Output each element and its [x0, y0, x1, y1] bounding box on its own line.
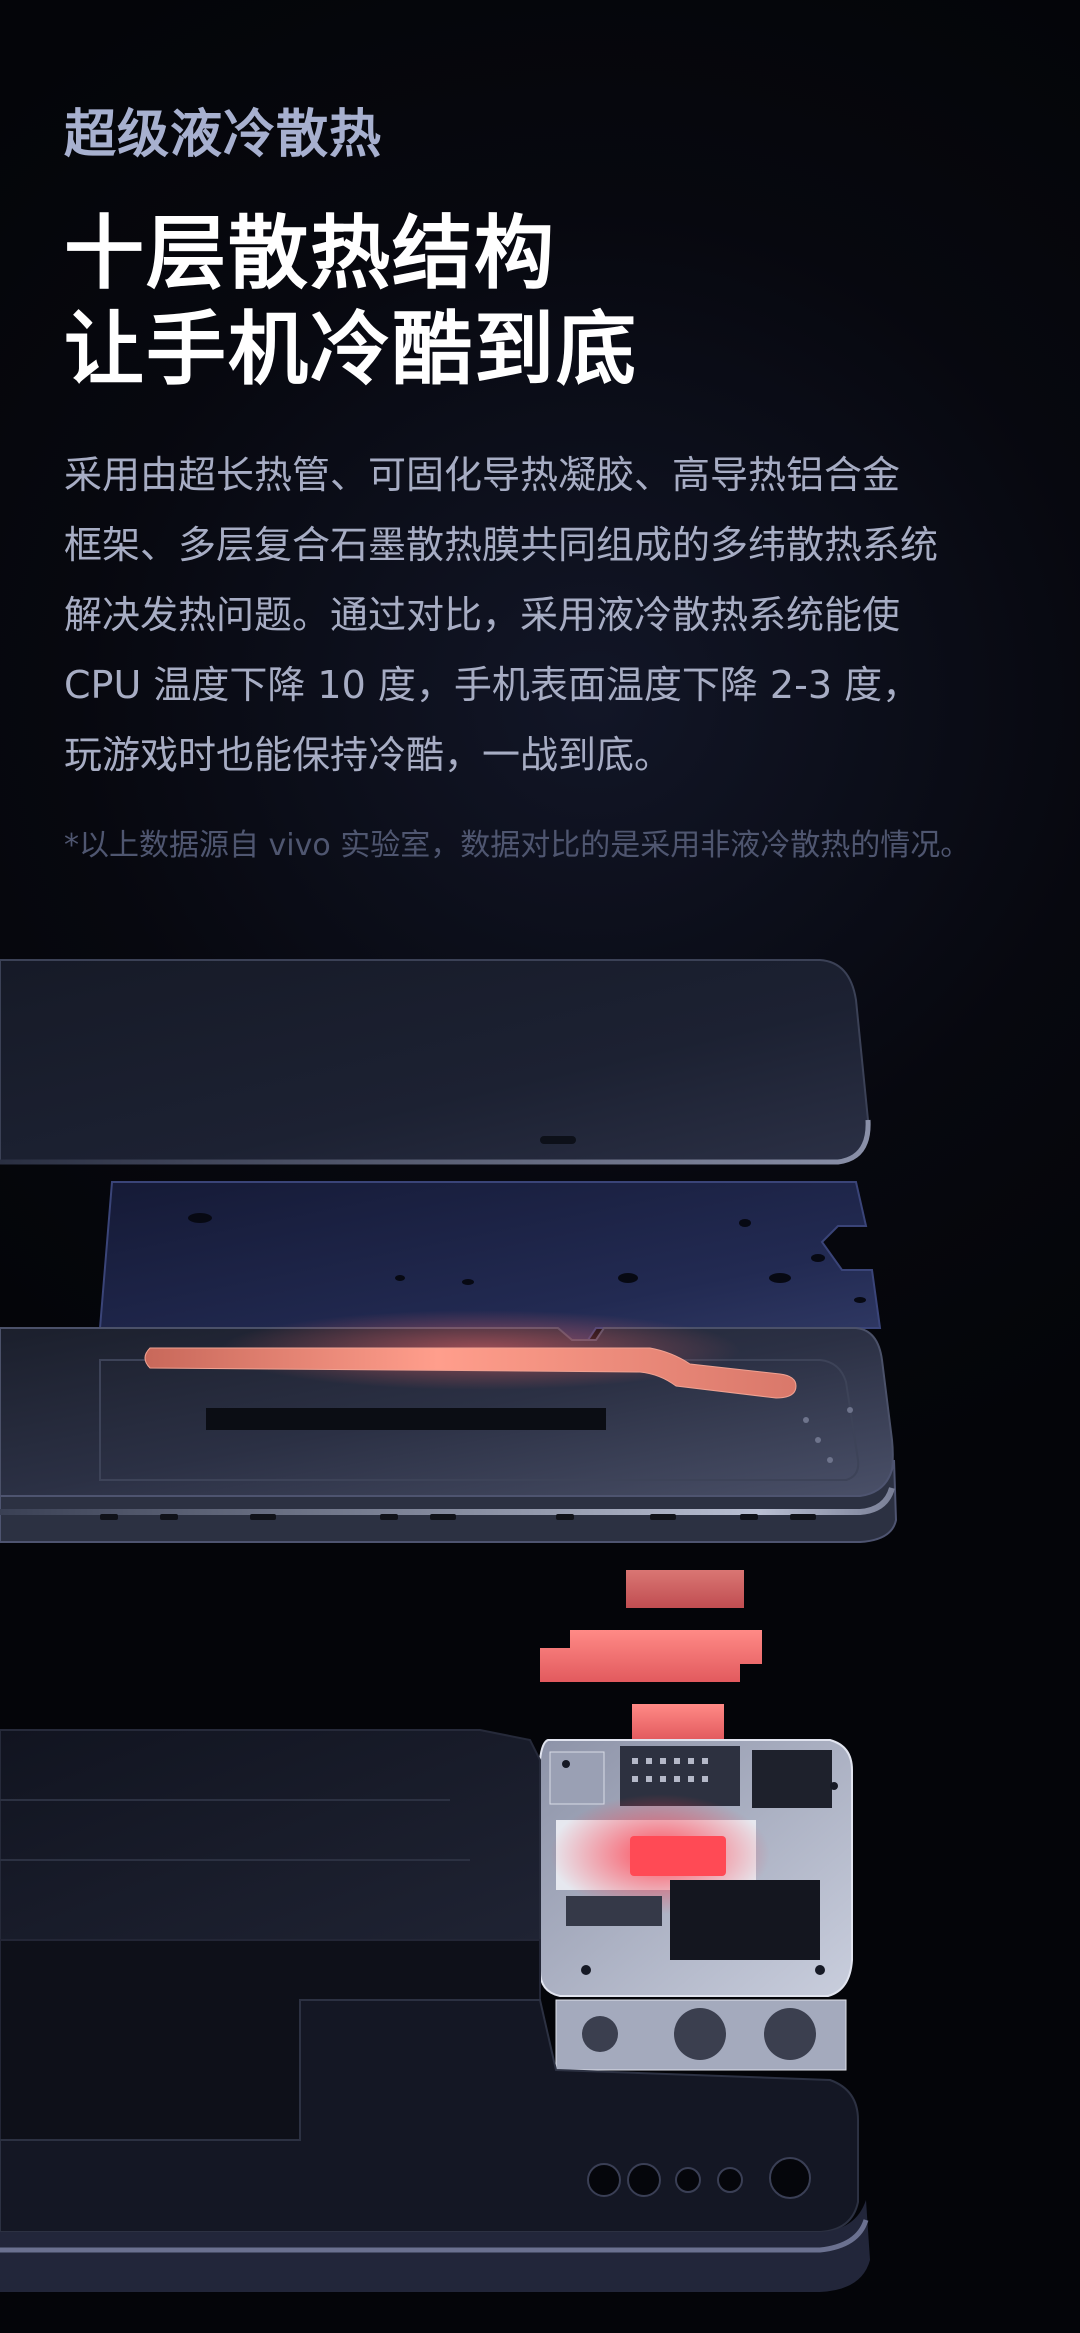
section-description: 采用由超长热管、可固化导热凝胶、高导热铝合金 框架、多层复合石墨散热膜共同组成的… — [64, 440, 1034, 790]
exploded-phone-illustration — [0, 959, 898, 2292]
motherboard-layer — [539, 1739, 853, 2071]
headline-line-1: 十层散热结构 — [64, 207, 556, 300]
description-line-1: 采用由超长热管、可固化导热凝胶、高导热铝合金 — [64, 453, 901, 497]
section-eyebrow: 超级液冷散热 — [64, 105, 383, 165]
glass-cover-layer — [0, 959, 871, 1165]
description-line-4: CPU 温度下降 10 度，手机表面温度下降 2-3 度， — [64, 663, 921, 707]
description-line-5: 玩游戏时也能保持冷酷，一战到底。 — [64, 733, 673, 777]
aluminum-frame-layer — [0, 1310, 898, 1543]
section-headline: 十层散热结构 让手机冷酷到底 — [64, 206, 638, 398]
thermal-gel-layers — [540, 1570, 762, 1740]
description-line-2: 框架、多层复合石墨散热膜共同组成的多纬散热系统 — [64, 523, 939, 567]
cooling-feature-page: 超级液冷散热 十层散热结构 让手机冷酷到底 采用由超长热管、可固化导热凝胶、高导… — [0, 0, 1080, 2333]
description-line-3: 解决发热问题。通过对比，采用液冷散热系统能使 — [64, 593, 901, 637]
data-source-footnote: *以上数据源自 vivo 实验室，数据对比的是采用非液冷散热的情况。 — [64, 828, 971, 863]
headline-line-2: 让手机冷酷到底 — [64, 303, 638, 396]
